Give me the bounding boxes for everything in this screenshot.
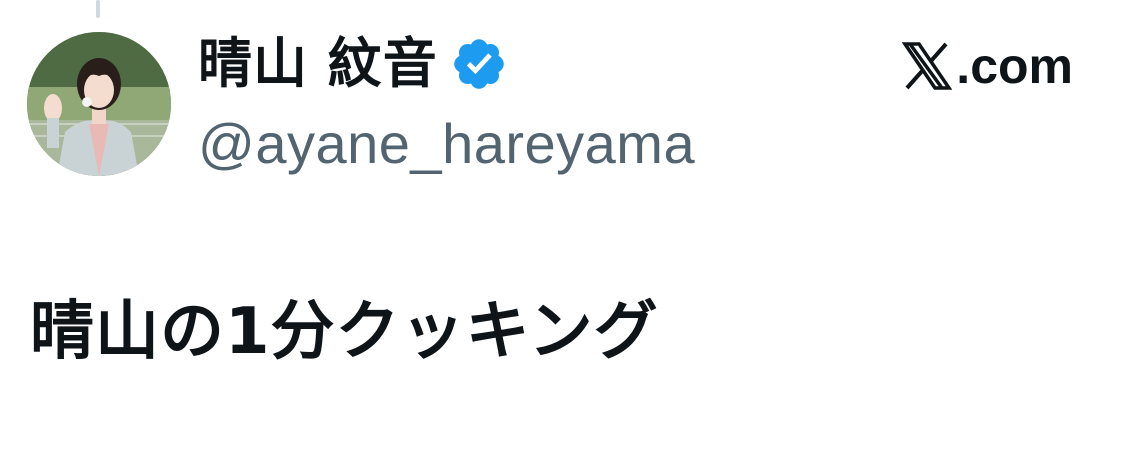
brand-domain-label: .com — [956, 38, 1073, 94]
tweet-card: 晴山 紋音 @ayane_hareyama .com 晴山の1分クッキング — [0, 0, 1125, 454]
avatar[interactable] — [27, 32, 171, 176]
verified-badge-icon — [454, 39, 504, 89]
author-handle[interactable]: @ayane_hareyama — [198, 114, 695, 174]
author-name-row: 晴山 紋音 — [198, 24, 508, 104]
x-logo-icon — [902, 42, 953, 90]
author-display-name[interactable]: 晴山 紋音 — [198, 37, 438, 91]
profile-photo — [27, 32, 171, 176]
tweet-body-text: 晴山の1分クッキング — [30, 295, 659, 369]
thread-connector-line — [96, 0, 100, 18]
x-brand[interactable]: .com — [902, 36, 1073, 96]
